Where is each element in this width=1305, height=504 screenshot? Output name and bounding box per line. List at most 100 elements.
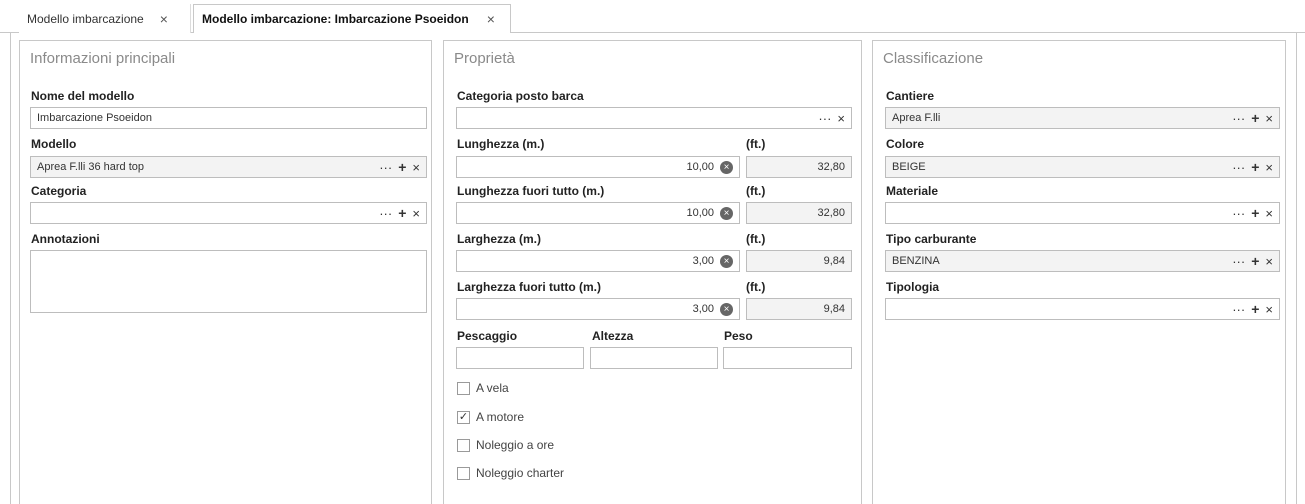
clear-circle-icon[interactable]: × (720, 160, 733, 174)
nome-field[interactable]: Imbarcazione Psoeidon (30, 107, 427, 129)
larghezza-ft-label: Larghezza fuori tutto (m.) (457, 280, 601, 294)
tipologia-field[interactable]: ··· + × (885, 298, 1280, 320)
modello-value: Aprea F.lli 36 hard top (37, 161, 145, 173)
ft-label: (ft.) (746, 184, 766, 198)
cantiere-field[interactable]: Aprea F.lli ··· + × (885, 107, 1280, 129)
checkbox-a-motore[interactable]: ✓ A motore (457, 410, 524, 424)
clear-icon[interactable]: × (1265, 206, 1273, 221)
divider (1296, 33, 1297, 504)
ellipsis-icon[interactable]: ··· (1232, 302, 1245, 317)
clear-icon[interactable]: × (412, 160, 420, 175)
clear-icon[interactable]: × (1265, 302, 1273, 317)
checkbox-box[interactable] (457, 466, 470, 480)
larghezza-fuori-tutto-ft-value: 9,84 (823, 303, 845, 315)
categoria-label: Categoria (31, 184, 87, 198)
checkbox-label: Noleggio charter (476, 466, 565, 480)
checkbox-noleggio-ore[interactable]: Noleggio a ore (457, 438, 554, 452)
lunghezza-fuori-tutto-m-field[interactable]: 10,00 × (456, 202, 740, 224)
colore-label: Colore (886, 137, 925, 151)
clear-circle-icon[interactable]: × (720, 254, 733, 268)
main-info-group: Informazioni principali Nome del modello… (19, 40, 432, 504)
classification-group: Classificazione Cantiere Aprea F.lli ···… (872, 40, 1286, 504)
colore-value: BEIGE (892, 161, 926, 173)
close-icon[interactable]: × (487, 11, 495, 27)
tab-strip: Modello imbarcazione × Modello imbarcazi… (0, 0, 1305, 34)
plus-icon[interactable]: + (1251, 301, 1259, 317)
larghezza-label: Larghezza (m.) (457, 232, 542, 246)
clear-icon[interactable]: × (1265, 111, 1273, 126)
larghezza-fuori-tutto-m-field[interactable]: 3,00 × (456, 298, 740, 320)
ellipsis-icon[interactable]: ··· (379, 206, 392, 221)
cantiere-label: Cantiere (886, 89, 935, 103)
larghezza-fuori-tutto-m-value: 3,00 (692, 303, 714, 315)
plus-icon[interactable]: + (1251, 110, 1259, 126)
altezza-label: Altezza (592, 329, 634, 343)
lunghezza-ft-label: Lunghezza fuori tutto (m.) (457, 184, 605, 198)
checkbox-a-vela[interactable]: A vela (457, 381, 509, 395)
group-title: Informazioni principali (30, 50, 176, 67)
checkbox-box[interactable] (457, 438, 470, 452)
clear-icon[interactable]: × (837, 111, 845, 126)
lunghezza-m-field[interactable]: 10,00 × (456, 156, 740, 178)
peso-label: Peso (724, 329, 753, 343)
clear-circle-icon[interactable]: × (720, 302, 733, 316)
annotazioni-textarea[interactable] (30, 250, 427, 313)
lunghezza-ft-value: 32,80 (817, 161, 845, 173)
lunghezza-m-value: 10,00 (686, 161, 714, 173)
categoria-posto-label: Categoria posto barca (457, 89, 584, 103)
larghezza-ft-value: 9,84 (823, 255, 845, 267)
checkbox-box[interactable] (457, 381, 470, 395)
lunghezza-fuori-tutto-m-value: 10,00 (686, 207, 714, 219)
ft-label: (ft.) (746, 280, 766, 294)
tipologia-label: Tipologia (886, 280, 940, 294)
lunghezza-fuori-tutto-ft-value: 32,80 (817, 207, 845, 219)
materiale-field[interactable]: ··· + × (885, 202, 1280, 224)
properties-group: Proprietà Categoria posto barca ··· × Lu… (443, 40, 862, 504)
carburante-field[interactable]: BENZINA ··· + × (885, 250, 1280, 272)
modello-label: Modello (31, 137, 77, 151)
cantiere-value: Aprea F.lli (892, 112, 941, 124)
larghezza-m-field[interactable]: 3,00 × (456, 250, 740, 272)
clear-icon[interactable]: × (1265, 254, 1273, 269)
larghezza-ft-field: 9,84 (746, 250, 852, 272)
plus-icon[interactable]: + (1251, 253, 1259, 269)
clear-circle-icon[interactable]: × (720, 206, 733, 220)
colore-field[interactable]: BEIGE ··· + × (885, 156, 1280, 178)
ellipsis-icon[interactable]: ··· (1232, 160, 1245, 175)
ft-label: (ft.) (746, 137, 766, 151)
clear-icon[interactable]: × (1265, 160, 1273, 175)
group-title: Proprietà (454, 50, 515, 67)
ellipsis-icon[interactable]: ··· (1232, 254, 1245, 269)
clear-icon[interactable]: × (412, 206, 420, 221)
peso-field[interactable] (723, 347, 852, 369)
checkbox-noleggio-charter[interactable]: Noleggio charter (457, 466, 564, 480)
pescaggio-field[interactable] (456, 347, 584, 369)
ellipsis-icon[interactable]: ··· (379, 160, 392, 175)
materiale-label: Materiale (886, 184, 939, 198)
check-icon[interactable]: ✓ (457, 410, 470, 424)
plus-icon[interactable]: + (1251, 159, 1259, 175)
larghezza-m-value: 3,00 (692, 255, 714, 267)
altezza-field[interactable] (590, 347, 718, 369)
ellipsis-icon[interactable]: ··· (1232, 111, 1245, 126)
group-title: Classificazione (883, 50, 984, 67)
lunghezza-ft-field: 32,80 (746, 156, 852, 178)
categoria-field[interactable]: ··· + × (30, 202, 427, 224)
plus-icon[interactable]: + (1251, 205, 1259, 221)
categoria-posto-field[interactable]: ··· × (456, 107, 852, 129)
tab-label: Modello imbarcazione: Imbarcazione Psoei… (202, 12, 469, 26)
checkbox-label: A vela (476, 381, 509, 395)
plus-icon[interactable]: + (398, 205, 406, 221)
close-icon[interactable]: × (160, 11, 168, 27)
tab-modello-imbarcazione[interactable]: Modello imbarcazione × (19, 4, 191, 33)
checkbox-label: A motore (476, 410, 525, 424)
pescaggio-label: Pescaggio (457, 329, 518, 343)
nome-value: Imbarcazione Psoeidon (37, 112, 152, 124)
modello-field[interactable]: Aprea F.lli 36 hard top ··· + × (30, 156, 427, 178)
ellipsis-icon[interactable]: ··· (1232, 206, 1245, 221)
lunghezza-fuori-tutto-ft-field: 32,80 (746, 202, 852, 224)
plus-icon[interactable]: + (398, 159, 406, 175)
tab-modello-imbarcazione-detail[interactable]: Modello imbarcazione: Imbarcazione Psoei… (193, 4, 511, 34)
ellipsis-icon[interactable]: ··· (818, 111, 831, 126)
ft-label: (ft.) (746, 232, 766, 246)
